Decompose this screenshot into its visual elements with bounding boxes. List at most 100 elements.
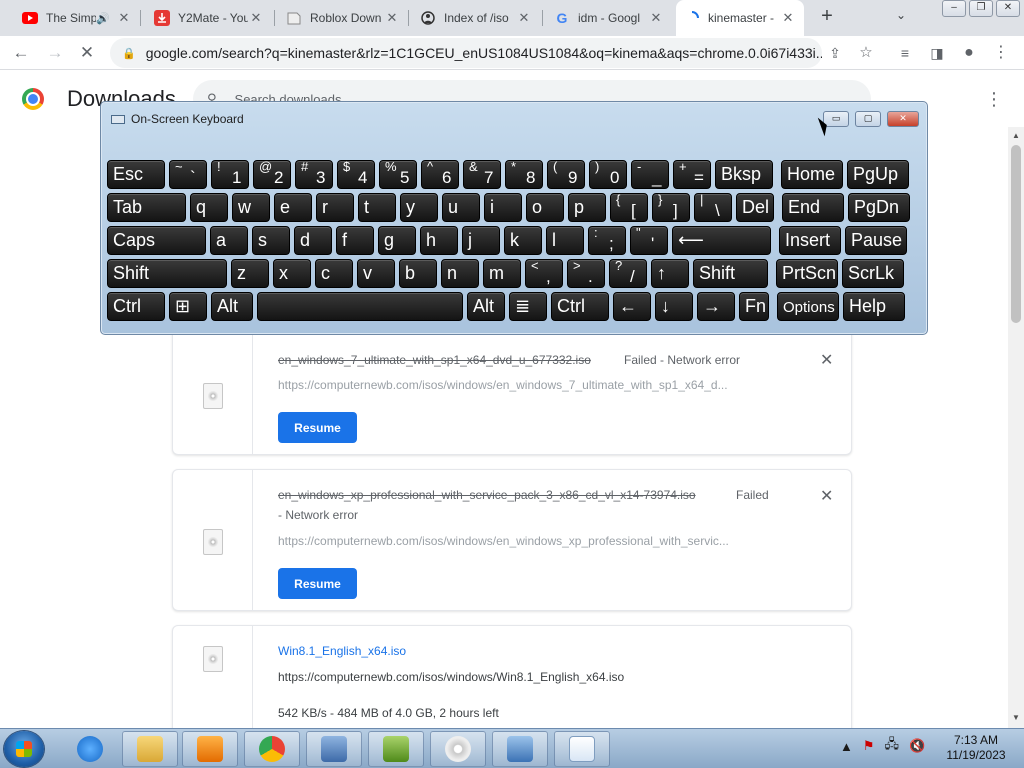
osk-key-sym0-13[interactable]: + = bbox=[673, 160, 711, 189]
bookmark-star-icon[interactable]: ☆ bbox=[855, 42, 877, 64]
osk-key-pgdn[interactable]: PgDn bbox=[848, 193, 910, 222]
close-tab-icon[interactable]: ✕ bbox=[116, 10, 132, 26]
osk-key-sym0-12[interactable]: - _ bbox=[631, 160, 669, 189]
download-url[interactable]: https://computernewb.com/isos/windows/en… bbox=[278, 534, 778, 548]
lock-icon[interactable]: 🔒 bbox=[122, 47, 136, 60]
osk-key-sym0-8[interactable]: & 7 bbox=[463, 160, 501, 189]
osk-key-end[interactable]: End bbox=[782, 193, 844, 222]
new-tab-button[interactable]: + bbox=[816, 6, 838, 28]
osk-key-sym1-11[interactable]: {[ bbox=[610, 193, 648, 222]
tab-roblox[interactable]: Roblox Down ✕ bbox=[278, 4, 408, 32]
tab-kinemaster[interactable]: kinemaster - ✕ bbox=[676, 0, 804, 36]
osk-key-sym4-7[interactable]: ← bbox=[613, 292, 651, 321]
osk-key-sym1-12[interactable]: }] bbox=[652, 193, 690, 222]
scroll-up-arrow-icon[interactable]: ▲ bbox=[1012, 131, 1020, 140]
osk-key-s[interactable]: s bbox=[252, 226, 290, 255]
osk-key-sym4-5[interactable]: ≣ bbox=[509, 292, 547, 321]
osk-key-fn[interactable]: Fn bbox=[739, 292, 769, 321]
osk-key-ctrl[interactable]: Ctrl bbox=[551, 292, 609, 321]
osk-key-shift[interactable]: Shift bbox=[693, 259, 768, 288]
back-arrow-icon[interactable]: ← bbox=[10, 42, 32, 64]
osk-key-pgup[interactable]: PgUp bbox=[847, 160, 909, 189]
remove-download-icon[interactable]: ✕ bbox=[820, 350, 833, 370]
osk-key-c[interactable]: c bbox=[315, 259, 353, 288]
osk-key-m[interactable]: m bbox=[483, 259, 521, 288]
download-filename[interactable]: en_windows_xp_professional_with_service_… bbox=[278, 488, 696, 502]
file-explorer-icon[interactable] bbox=[122, 731, 178, 767]
action-center-icon[interactable]: ⚑ bbox=[863, 738, 875, 754]
osk-key-h[interactable]: h bbox=[420, 226, 458, 255]
osk-key-g[interactable]: g bbox=[378, 226, 416, 255]
osk-key-home[interactable]: Home bbox=[781, 160, 843, 189]
chrome-taskbar-icon[interactable] bbox=[244, 731, 300, 767]
osk-key-scrlk[interactable]: ScrLk bbox=[842, 259, 904, 288]
osk-close-button[interactable]: ✕ bbox=[887, 111, 919, 127]
osk-key-pause[interactable]: Pause bbox=[845, 226, 907, 255]
osk-key-r[interactable]: r bbox=[316, 193, 354, 222]
osk-key-b[interactable]: b bbox=[399, 259, 437, 288]
document-taskbar-icon[interactable] bbox=[554, 731, 610, 767]
minimize-window-button[interactable]: – bbox=[942, 0, 966, 17]
tab-index-of-iso[interactable]: Index of /iso ✕ bbox=[412, 4, 540, 32]
scrollbar-thumb[interactable] bbox=[1011, 145, 1021, 323]
stop-loading-icon[interactable]: ✕ bbox=[76, 42, 98, 64]
osk-key-j[interactable]: j bbox=[462, 226, 500, 255]
osk-key-sym0-5[interactable]: $4 bbox=[337, 160, 375, 189]
osk-key-prtscn[interactable]: PrtScn bbox=[776, 259, 838, 288]
network-icon[interactable]: 🖧 bbox=[885, 735, 900, 757]
internet-explorer-icon[interactable] bbox=[62, 731, 118, 767]
installer-taskbar-icon[interactable] bbox=[368, 731, 424, 767]
osk-key-sym3-9[interactable]: >. bbox=[567, 259, 605, 288]
osk-key-q[interactable]: q bbox=[190, 193, 228, 222]
profile-avatar-icon[interactable]: ● bbox=[958, 42, 980, 64]
close-tab-icon[interactable]: ✕ bbox=[384, 10, 400, 26]
control-panel-taskbar-icon[interactable] bbox=[492, 731, 548, 767]
osk-key-y[interactable]: y bbox=[400, 193, 438, 222]
osk-key-sym1-13[interactable]: | \ bbox=[694, 193, 732, 222]
osk-key-ctrl[interactable]: Ctrl bbox=[107, 292, 165, 321]
osk-key-a[interactable]: a bbox=[210, 226, 248, 255]
osk-key-alt[interactable]: Alt bbox=[467, 292, 505, 321]
osk-key-u[interactable]: u bbox=[442, 193, 480, 222]
osk-key-sym0-6[interactable]: % 5 bbox=[379, 160, 417, 189]
osk-key-sym3-10[interactable]: ? / bbox=[609, 259, 647, 288]
osk-key-sym3-11[interactable]: ↑ bbox=[651, 259, 689, 288]
close-tab-icon[interactable]: ✕ bbox=[516, 10, 532, 26]
share-icon[interactable]: ⇪ bbox=[824, 42, 846, 64]
speaker-icon[interactable]: 🔊 bbox=[96, 12, 110, 25]
osk-key-sym0-11[interactable]: ) 0 bbox=[589, 160, 627, 189]
osk-key-del[interactable]: Del bbox=[736, 193, 774, 222]
forward-arrow-icon[interactable]: → bbox=[44, 42, 66, 64]
side-panel-icon[interactable]: ◨ bbox=[926, 42, 948, 64]
address-bar[interactable]: 🔒 google.com/search?q=kinemaster&rlz=1C1… bbox=[110, 38, 822, 68]
osk-key-p[interactable]: p bbox=[568, 193, 606, 222]
osk-key-sym2-10[interactable]: :; bbox=[588, 226, 626, 255]
osk-title-bar[interactable]: On-Screen Keyboard bbox=[111, 112, 244, 126]
osk-key-t[interactable]: t bbox=[358, 193, 396, 222]
osk-key-sym3-8[interactable]: <, bbox=[525, 259, 563, 288]
osk-key-space[interactable] bbox=[257, 292, 463, 321]
osk-key-sym0-9[interactable]: * 8 bbox=[505, 160, 543, 189]
start-button[interactable] bbox=[4, 731, 44, 767]
remove-download-icon[interactable]: ✕ bbox=[820, 486, 833, 506]
osk-key-shift[interactable]: Shift bbox=[107, 259, 227, 288]
tab-y2mate[interactable]: Y2Mate - You ✕ bbox=[146, 4, 272, 32]
osk-key-o[interactable]: o bbox=[526, 193, 564, 222]
osk-key-caps[interactable]: Caps bbox=[107, 226, 206, 255]
more-actions-icon[interactable]: ⋮ bbox=[985, 89, 1003, 110]
download-filename[interactable]: en_windows_7_ultimate_with_sp1_x64_dvd_u… bbox=[278, 353, 591, 367]
osk-key-sym4-1[interactable]: ⊞ bbox=[169, 292, 207, 321]
browser-menu-icon[interactable]: ⋮ bbox=[990, 42, 1012, 64]
osk-key-bksp[interactable]: Bksp bbox=[715, 160, 773, 189]
on-screen-keyboard-taskbar-icon[interactable] bbox=[306, 731, 362, 767]
osk-key-d[interactable]: d bbox=[294, 226, 332, 255]
scroll-down-arrow-icon[interactable]: ▼ bbox=[1012, 713, 1020, 722]
osk-key-sym0-7[interactable]: ^ 6 bbox=[421, 160, 459, 189]
download-url[interactable]: https://computernewb.com/isos/windows/en… bbox=[278, 378, 778, 392]
osk-key-sym0-1[interactable]: ~ ` bbox=[169, 160, 207, 189]
resume-button[interactable]: Resume bbox=[278, 412, 357, 443]
osk-key-l[interactable]: l bbox=[546, 226, 584, 255]
osk-key-sym4-8[interactable]: ↓ bbox=[655, 292, 693, 321]
media-player-icon[interactable] bbox=[182, 731, 238, 767]
osk-key-esc[interactable]: Esc bbox=[107, 160, 165, 189]
